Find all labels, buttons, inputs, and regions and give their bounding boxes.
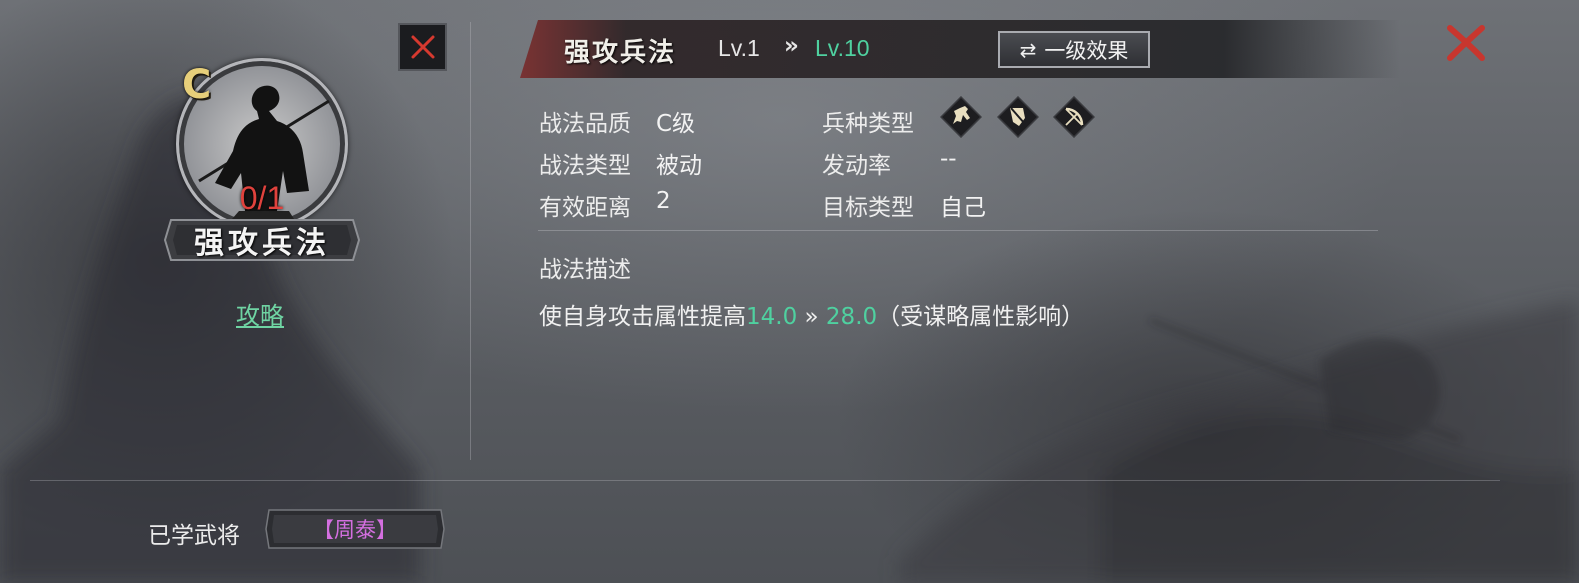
type-value: 被动 [656, 153, 702, 179]
learned-general-name: 【周泰】 [313, 518, 397, 542]
learned-generals-label: 已学武将 [148, 523, 240, 549]
target-type-value: 自己 [940, 195, 986, 221]
range-label: 有效距离 [539, 195, 631, 221]
guide-link[interactable]: 攻略 [236, 296, 284, 331]
tactic-name-label: 强攻兵法 [194, 226, 330, 261]
shield-icon[interactable] [997, 96, 1039, 138]
trigger-rate-label: 发动率 [822, 153, 891, 179]
range-value: 2 [656, 188, 671, 214]
description-suffix: （受谋略属性影响） [877, 304, 1085, 330]
cavalry-icon[interactable] [940, 96, 982, 138]
value-arrow: » [797, 304, 826, 330]
type-label: 战法类型 [539, 153, 631, 179]
section-divider [538, 230, 1378, 231]
level-arrow: » [784, 33, 799, 59]
panel-divider [470, 22, 471, 460]
level-effect-toggle-button[interactable]: ⇄ 一级效果 [998, 31, 1150, 68]
header-tactic-title: 强攻兵法 [564, 38, 677, 68]
value-to: 28.0 [825, 304, 878, 330]
tactic-portrait[interactable]: C 0/1 [176, 58, 348, 230]
level-from: Lv.1 [718, 35, 760, 61]
tactic-header: 强攻兵法 Lv.1 » Lv.10 ⇄ 一级效果 [520, 20, 1400, 78]
learned-general-tag[interactable]: 【周泰】 [265, 509, 445, 549]
swap-arrows-icon: ⇄ [1019, 37, 1037, 62]
close-panel-icon[interactable] [1444, 23, 1488, 63]
tactic-name-plate: 强攻兵法 [163, 216, 361, 264]
bow-icon[interactable] [1053, 96, 1095, 138]
close-icon [411, 35, 434, 59]
trigger-rate-value: -- [940, 146, 957, 172]
close-detail-button[interactable] [398, 23, 447, 71]
target-type-label: 目标类型 [822, 195, 914, 221]
effect-button-label: 一级效果 [1044, 38, 1129, 63]
quality-value: C级 [656, 111, 696, 137]
description-text: 使自身攻击属性提高14.0 » 28.0（受谋略属性影响） [539, 297, 1084, 331]
description-prefix: 使自身攻击属性提高 [539, 304, 746, 330]
troop-type-label: 兵种类型 [822, 111, 914, 137]
owned-count: 0/1 [239, 180, 285, 216]
description-title: 战法描述 [539, 257, 631, 283]
grade-badge: C [182, 62, 212, 108]
bottom-divider [30, 480, 1500, 481]
quality-label: 战法品质 [539, 111, 631, 137]
level-to: Lv.10 [815, 35, 870, 61]
value-from: 14.0 [746, 304, 798, 330]
